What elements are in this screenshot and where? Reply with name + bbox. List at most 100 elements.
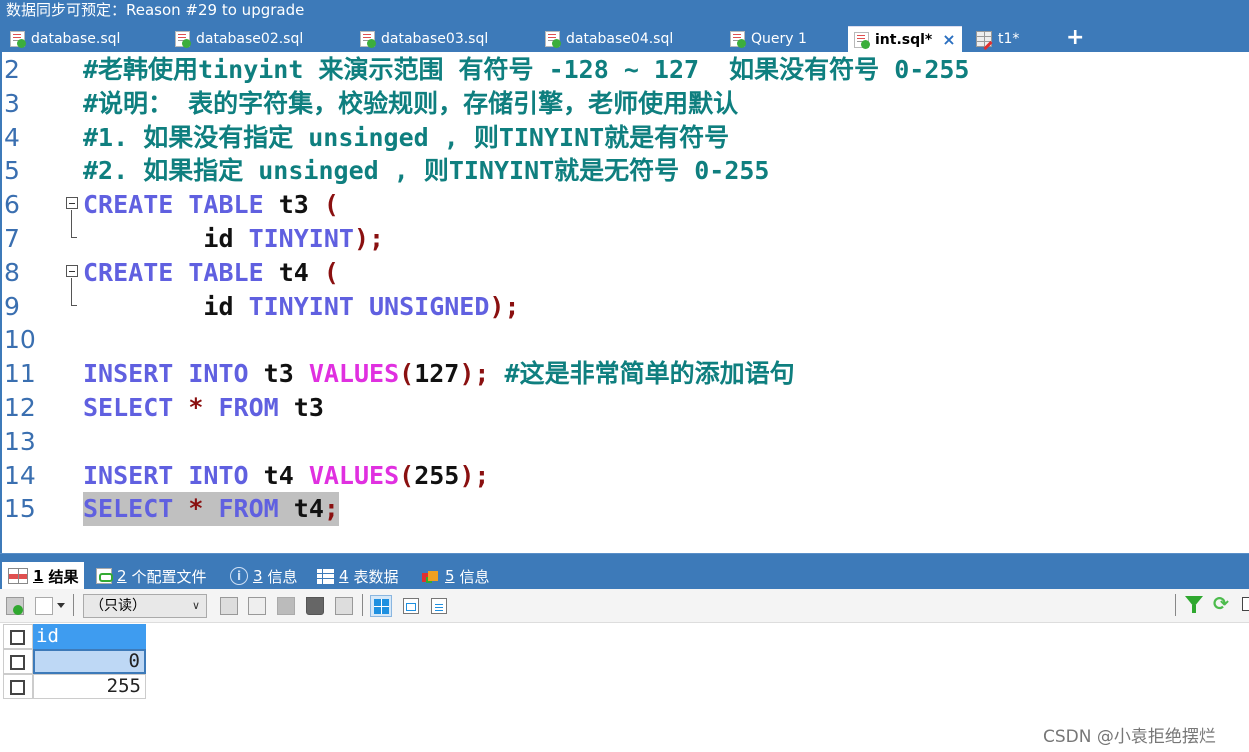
tab-int-sql[interactable]: int.sql* ×: [848, 26, 962, 52]
grid-header-row: id: [3, 624, 146, 649]
discard-icon: [335, 597, 353, 615]
line-number: 10: [4, 325, 36, 355]
result-tab-info[interactable]: i 3 信息: [224, 562, 304, 590]
line-number: 3: [4, 88, 20, 118]
token-id: [203, 494, 218, 523]
tab-t1[interactable]: t1*: [970, 26, 1019, 52]
result-tab-strip: 1 结果 2 个配置文件 i 3 信息 4 表数据 5 信息: [0, 553, 1249, 590]
result-tab-info-5[interactable]: 5 信息: [416, 562, 496, 590]
token-id: id: [83, 224, 249, 253]
code-line[interactable]: 13: [2, 425, 1249, 459]
code-line[interactable]: 9 id TINYINT UNSIGNED);: [2, 277, 1249, 324]
text-view-button[interactable]: [428, 595, 450, 617]
result-mode-value: （只读）: [90, 598, 146, 614]
sql-editor[interactable]: 2 #老韩使用tinyint 来演示范围 有符号 -128 ~ 127 如果没有符…: [0, 52, 1249, 553]
table-row[interactable]: 255: [3, 674, 146, 699]
result-mode-select[interactable]: （只读） ∨: [83, 594, 207, 618]
code-text: SELECT * FROM t3: [83, 391, 324, 425]
token-id: t4: [278, 494, 324, 524]
tab-database02-sql[interactable]: database02.sql: [169, 26, 303, 52]
column-header-id[interactable]: id: [33, 624, 146, 649]
code-text: INSERT INTO t4 VALUES(255);: [83, 459, 489, 493]
result-tab-profiles[interactable]: 2 个配置文件: [90, 562, 213, 590]
code-text: CREATE TABLE t3 (: [83, 188, 339, 222]
row-checkbox-cell: [3, 649, 33, 674]
code-line[interactable]: 8 CREATE TABLE t4 (: [2, 256, 1249, 290]
tab-database03-sql[interactable]: database03.sql: [354, 26, 488, 52]
code-line[interactable]: 5 #2. 如果指定 unsinged , 则TINYINT就是无符号 0-255: [2, 154, 1249, 188]
options-checkbox[interactable]: [1242, 597, 1249, 611]
result-tab-result[interactable]: 1 结果: [2, 562, 85, 590]
code-text: #2. 如果指定 unsinged , 则TINYINT就是无符号 0-255: [83, 154, 770, 188]
discard-changes-button[interactable]: [333, 595, 355, 617]
row-checkbox[interactable]: [10, 655, 25, 670]
watermark: CSDN @小袁拒绝摆烂: [1043, 727, 1216, 747]
tab-database04-sql[interactable]: database04.sql: [539, 26, 673, 52]
tab-label: database.sql: [31, 31, 121, 47]
code-line[interactable]: 12 SELECT * FROM t3: [2, 391, 1249, 425]
code-line[interactable]: 11 INSERT INTO t3 VALUES(127); #这是非常简单的添加…: [2, 357, 1249, 391]
code-line[interactable]: 10: [2, 323, 1249, 357]
tab-database-sql[interactable]: database.sql: [4, 26, 120, 52]
result-grid-icon: [8, 568, 28, 584]
token-id: [173, 461, 188, 490]
column-options-dropdown[interactable]: [33, 595, 65, 617]
select-all-checkbox[interactable]: [10, 630, 25, 645]
table-cell[interactable]: 255: [33, 674, 146, 699]
window-title: 数据同步可预定：Reason #29 to upgrade: [0, 0, 1249, 24]
token-id: [173, 258, 188, 287]
refresh-icon[interactable]: ⟳: [1213, 593, 1229, 615]
line-number: 14: [4, 460, 36, 490]
add-tab-button[interactable]: +: [1066, 26, 1084, 50]
token-pn: (: [323, 190, 339, 220]
code-line[interactable]: 6 CREATE TABLE t3 (: [2, 188, 1249, 222]
token-pn: );: [489, 291, 520, 321]
token-id: [173, 393, 188, 422]
delete-button[interactable]: [304, 595, 326, 617]
line-number: 8: [4, 257, 20, 287]
fold-toggle-icon[interactable]: [66, 197, 78, 210]
info-blocks-icon: [422, 569, 440, 583]
result-tab-table-data[interactable]: 4 表数据: [311, 562, 405, 590]
token-id: t3: [248, 359, 309, 389]
code-line[interactable]: 7 id TINYINT);: [2, 210, 1249, 256]
text-view-icon: [431, 598, 447, 614]
token-kw: CREATE: [83, 190, 174, 220]
tab-query-1[interactable]: Query 1: [724, 26, 807, 52]
row-checkbox[interactable]: [10, 680, 25, 695]
fold-toggle-icon[interactable]: [66, 264, 78, 277]
save-icon: [277, 597, 295, 615]
add-row-button[interactable]: [218, 595, 240, 617]
token-kw: TINYINT: [248, 224, 354, 253]
duplicate-row-button[interactable]: [246, 595, 268, 617]
save-button[interactable]: [275, 595, 297, 617]
line-number: 13: [4, 426, 36, 456]
code-line[interactable]: 15 SELECT * FROM t4;: [2, 492, 1249, 527]
export-button[interactable]: [4, 595, 26, 617]
token-id: t3: [263, 190, 324, 220]
tab-label: 个配置文件: [131, 567, 207, 586]
code-line[interactable]: 2 #老韩使用tinyint 来演示范围 有符号 -128 ~ 127 如果没有符…: [2, 53, 1249, 87]
fold-guide: [71, 277, 77, 306]
close-tab-icon[interactable]: ×: [942, 30, 955, 49]
tab-label: 信息: [267, 567, 298, 586]
token-kw: INTO: [188, 359, 249, 389]
token-cmt: #这是非常简单的添加语句: [504, 359, 795, 389]
line-number: 11: [4, 359, 36, 389]
token-pn: (: [323, 257, 339, 287]
token-id: t4: [263, 257, 324, 287]
tab-number: 2: [117, 567, 127, 585]
columns-icon: [35, 597, 53, 615]
filter-icon[interactable]: [1185, 596, 1203, 613]
grid-view-button[interactable]: [370, 595, 392, 617]
line-number: 15: [4, 494, 36, 524]
code-line[interactable]: 4 #1. 如果没有指定 unsinged , 则TINYINT就是有符号: [2, 121, 1249, 155]
code-text: id TINYINT);: [83, 222, 384, 256]
chevron-down-icon: ∨: [191, 599, 200, 612]
token-cmt: #老韩使用tinyint 来演示范围 有符号 -128 ~ 127 如果没有符号…: [83, 55, 970, 84]
code-line[interactable]: 3 #说明： 表的字符集，校验规则，存储引擎，老师使用默认: [2, 87, 1249, 121]
table-row[interactable]: 0: [3, 649, 146, 674]
code-line[interactable]: 14 INSERT INTO t4 VALUES(255);: [2, 459, 1249, 493]
table-cell[interactable]: 0: [33, 649, 146, 674]
form-view-button[interactable]: [400, 595, 422, 617]
